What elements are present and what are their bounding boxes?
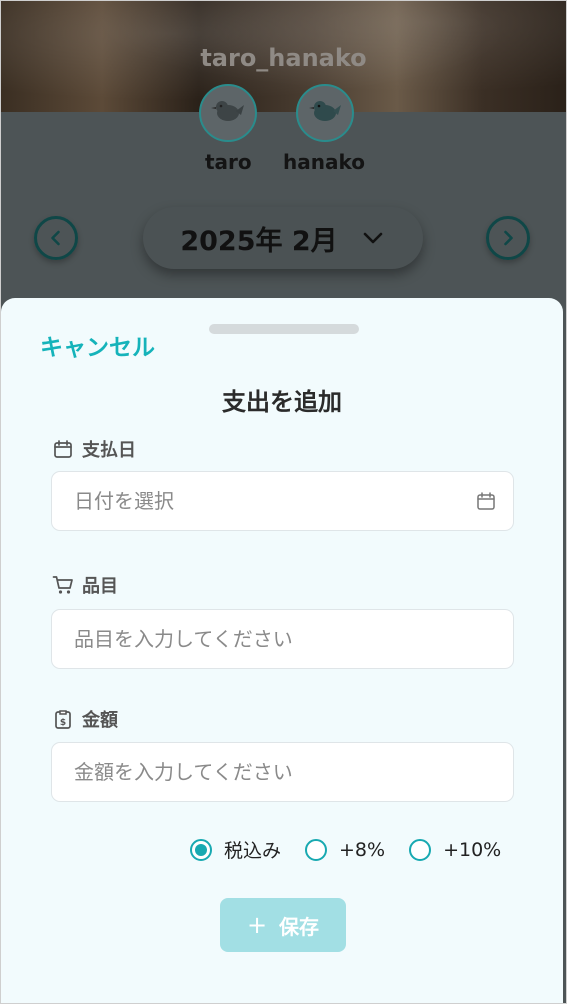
calendar-picker-icon[interactable] xyxy=(475,490,497,512)
next-month-button[interactable] xyxy=(486,216,530,260)
member-name-hanako: hanako xyxy=(283,150,365,174)
svg-text:$: $ xyxy=(60,718,66,728)
chevron-down-icon xyxy=(360,225,386,251)
current-month-label: 2025年 2月 xyxy=(180,225,338,257)
date-field-label: 支払日 xyxy=(52,436,136,462)
plus-icon: + xyxy=(246,911,268,939)
bird-avatar-icon xyxy=(305,91,345,135)
radio-selected[interactable] xyxy=(190,838,212,861)
tax-option-label: 税込み xyxy=(224,840,282,862)
tax-option-label: +10% xyxy=(443,838,502,861)
sheet-drag-handle[interactable] xyxy=(209,324,359,334)
sheet-title: 支出を追加 xyxy=(222,388,342,416)
member-avatar-hanako[interactable] xyxy=(296,84,354,142)
amount-field-label: $ 金額 xyxy=(52,706,118,732)
item-input[interactable] xyxy=(72,626,497,652)
tax-option-included[interactable]: 税込み xyxy=(190,836,281,863)
date-field[interactable] xyxy=(51,471,514,531)
tax-option-label: +8% xyxy=(339,838,386,861)
add-expense-sheet: キャンセル 支出を追加 支払日 品目 $ 金額 税込み xyxy=(1,298,563,1004)
date-input[interactable] xyxy=(72,488,475,514)
receipt-dollar-icon: $ xyxy=(52,708,74,730)
chevron-right-icon xyxy=(498,228,518,248)
tax-option-10-percent[interactable]: +10% xyxy=(409,838,502,861)
tax-option-8-percent[interactable]: +8% xyxy=(305,838,386,861)
bird-avatar-icon xyxy=(208,91,248,135)
save-label: 保存 xyxy=(279,914,320,939)
prev-month-button[interactable] xyxy=(34,216,78,260)
cart-icon xyxy=(52,574,74,596)
amount-label-text: 金額 xyxy=(82,710,118,731)
cancel-button[interactable]: キャンセル xyxy=(40,328,155,362)
item-label-text: 品目 xyxy=(82,576,118,597)
month-selector[interactable]: 2025年 2月 xyxy=(143,207,423,269)
tax-option-group: 税込み +8% +10% xyxy=(190,836,501,863)
save-button[interactable]: + 保存 xyxy=(220,898,346,952)
chevron-left-icon xyxy=(46,228,66,248)
amount-input[interactable] xyxy=(72,759,497,785)
radio-unselected[interactable] xyxy=(305,838,328,861)
item-field[interactable] xyxy=(51,609,514,669)
date-label-text: 支払日 xyxy=(82,440,136,461)
group-name: taro_hanako xyxy=(200,44,367,72)
radio-unselected[interactable] xyxy=(409,838,432,861)
amount-field[interactable] xyxy=(51,742,514,802)
member-avatar-taro[interactable] xyxy=(199,84,257,142)
member-name-taro: taro xyxy=(205,150,252,174)
calendar-icon xyxy=(52,438,74,460)
item-field-label: 品目 xyxy=(52,572,118,598)
